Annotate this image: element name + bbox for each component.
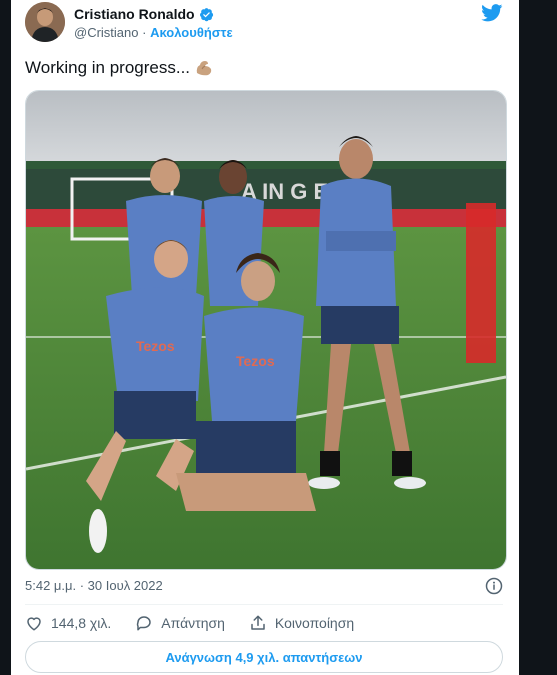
share-button[interactable]: Κοινοποίηση — [249, 614, 354, 632]
reply-bubble-icon — [137, 616, 151, 631]
tweet-text-row: Working in progress... — [25, 58, 214, 78]
action-bar: 144,8 χιλ. Απάντηση Κοινοποίηση — [25, 614, 378, 632]
share-icon — [251, 615, 265, 630]
author-name-row: Cristiano Ronaldo — [74, 6, 214, 22]
tweet-timestamp[interactable]: 5:42 μ.μ. · 30 Ιουλ 2022 — [25, 578, 163, 593]
twitter-bird-icon[interactable] — [481, 4, 503, 22]
jersey-print-left: Tezos — [136, 338, 175, 354]
author-name[interactable]: Cristiano Ronaldo — [74, 6, 195, 22]
follow-button[interactable]: Ακολουθήστε — [150, 25, 233, 40]
author-handle-row: @Cristiano · Ακολουθήστε — [74, 25, 233, 40]
like-count: 144,8 χιλ. — [51, 615, 112, 631]
share-label: Κοινοποίηση — [274, 615, 355, 631]
author-handle: @Cristiano — [74, 25, 139, 40]
tweet-photo[interactable]: A IN G E Tezos Tezos — [25, 90, 507, 570]
tweet-text: Working in progress... — [25, 58, 191, 77]
flexed-biceps-icon — [196, 61, 212, 76]
avatar-image — [25, 2, 65, 42]
tweet-card: Cristiano Ronaldo @Cristiano · Ακολουθήσ… — [11, 0, 519, 675]
handle-separator: · — [142, 25, 147, 40]
read-replies-button[interactable]: Ανάγνωση 4,9 χιλ. απαντήσεων — [25, 641, 503, 673]
right-background-strip — [519, 0, 557, 675]
jersey-print-middle: Tezos — [236, 353, 275, 369]
verified-badge-icon — [199, 7, 213, 21]
info-icon[interactable] — [485, 577, 503, 595]
like-button[interactable]: 144,8 χιλ. — [25, 614, 111, 632]
divider — [25, 604, 503, 605]
heart-icon — [27, 617, 41, 631]
left-background-strip — [0, 0, 11, 675]
reply-button[interactable]: Απάντηση — [135, 614, 225, 632]
team-photo-image: A IN G E Tezos Tezos — [26, 91, 506, 569]
reply-label: Απάντηση — [161, 615, 225, 631]
avatar[interactable] — [25, 2, 65, 42]
